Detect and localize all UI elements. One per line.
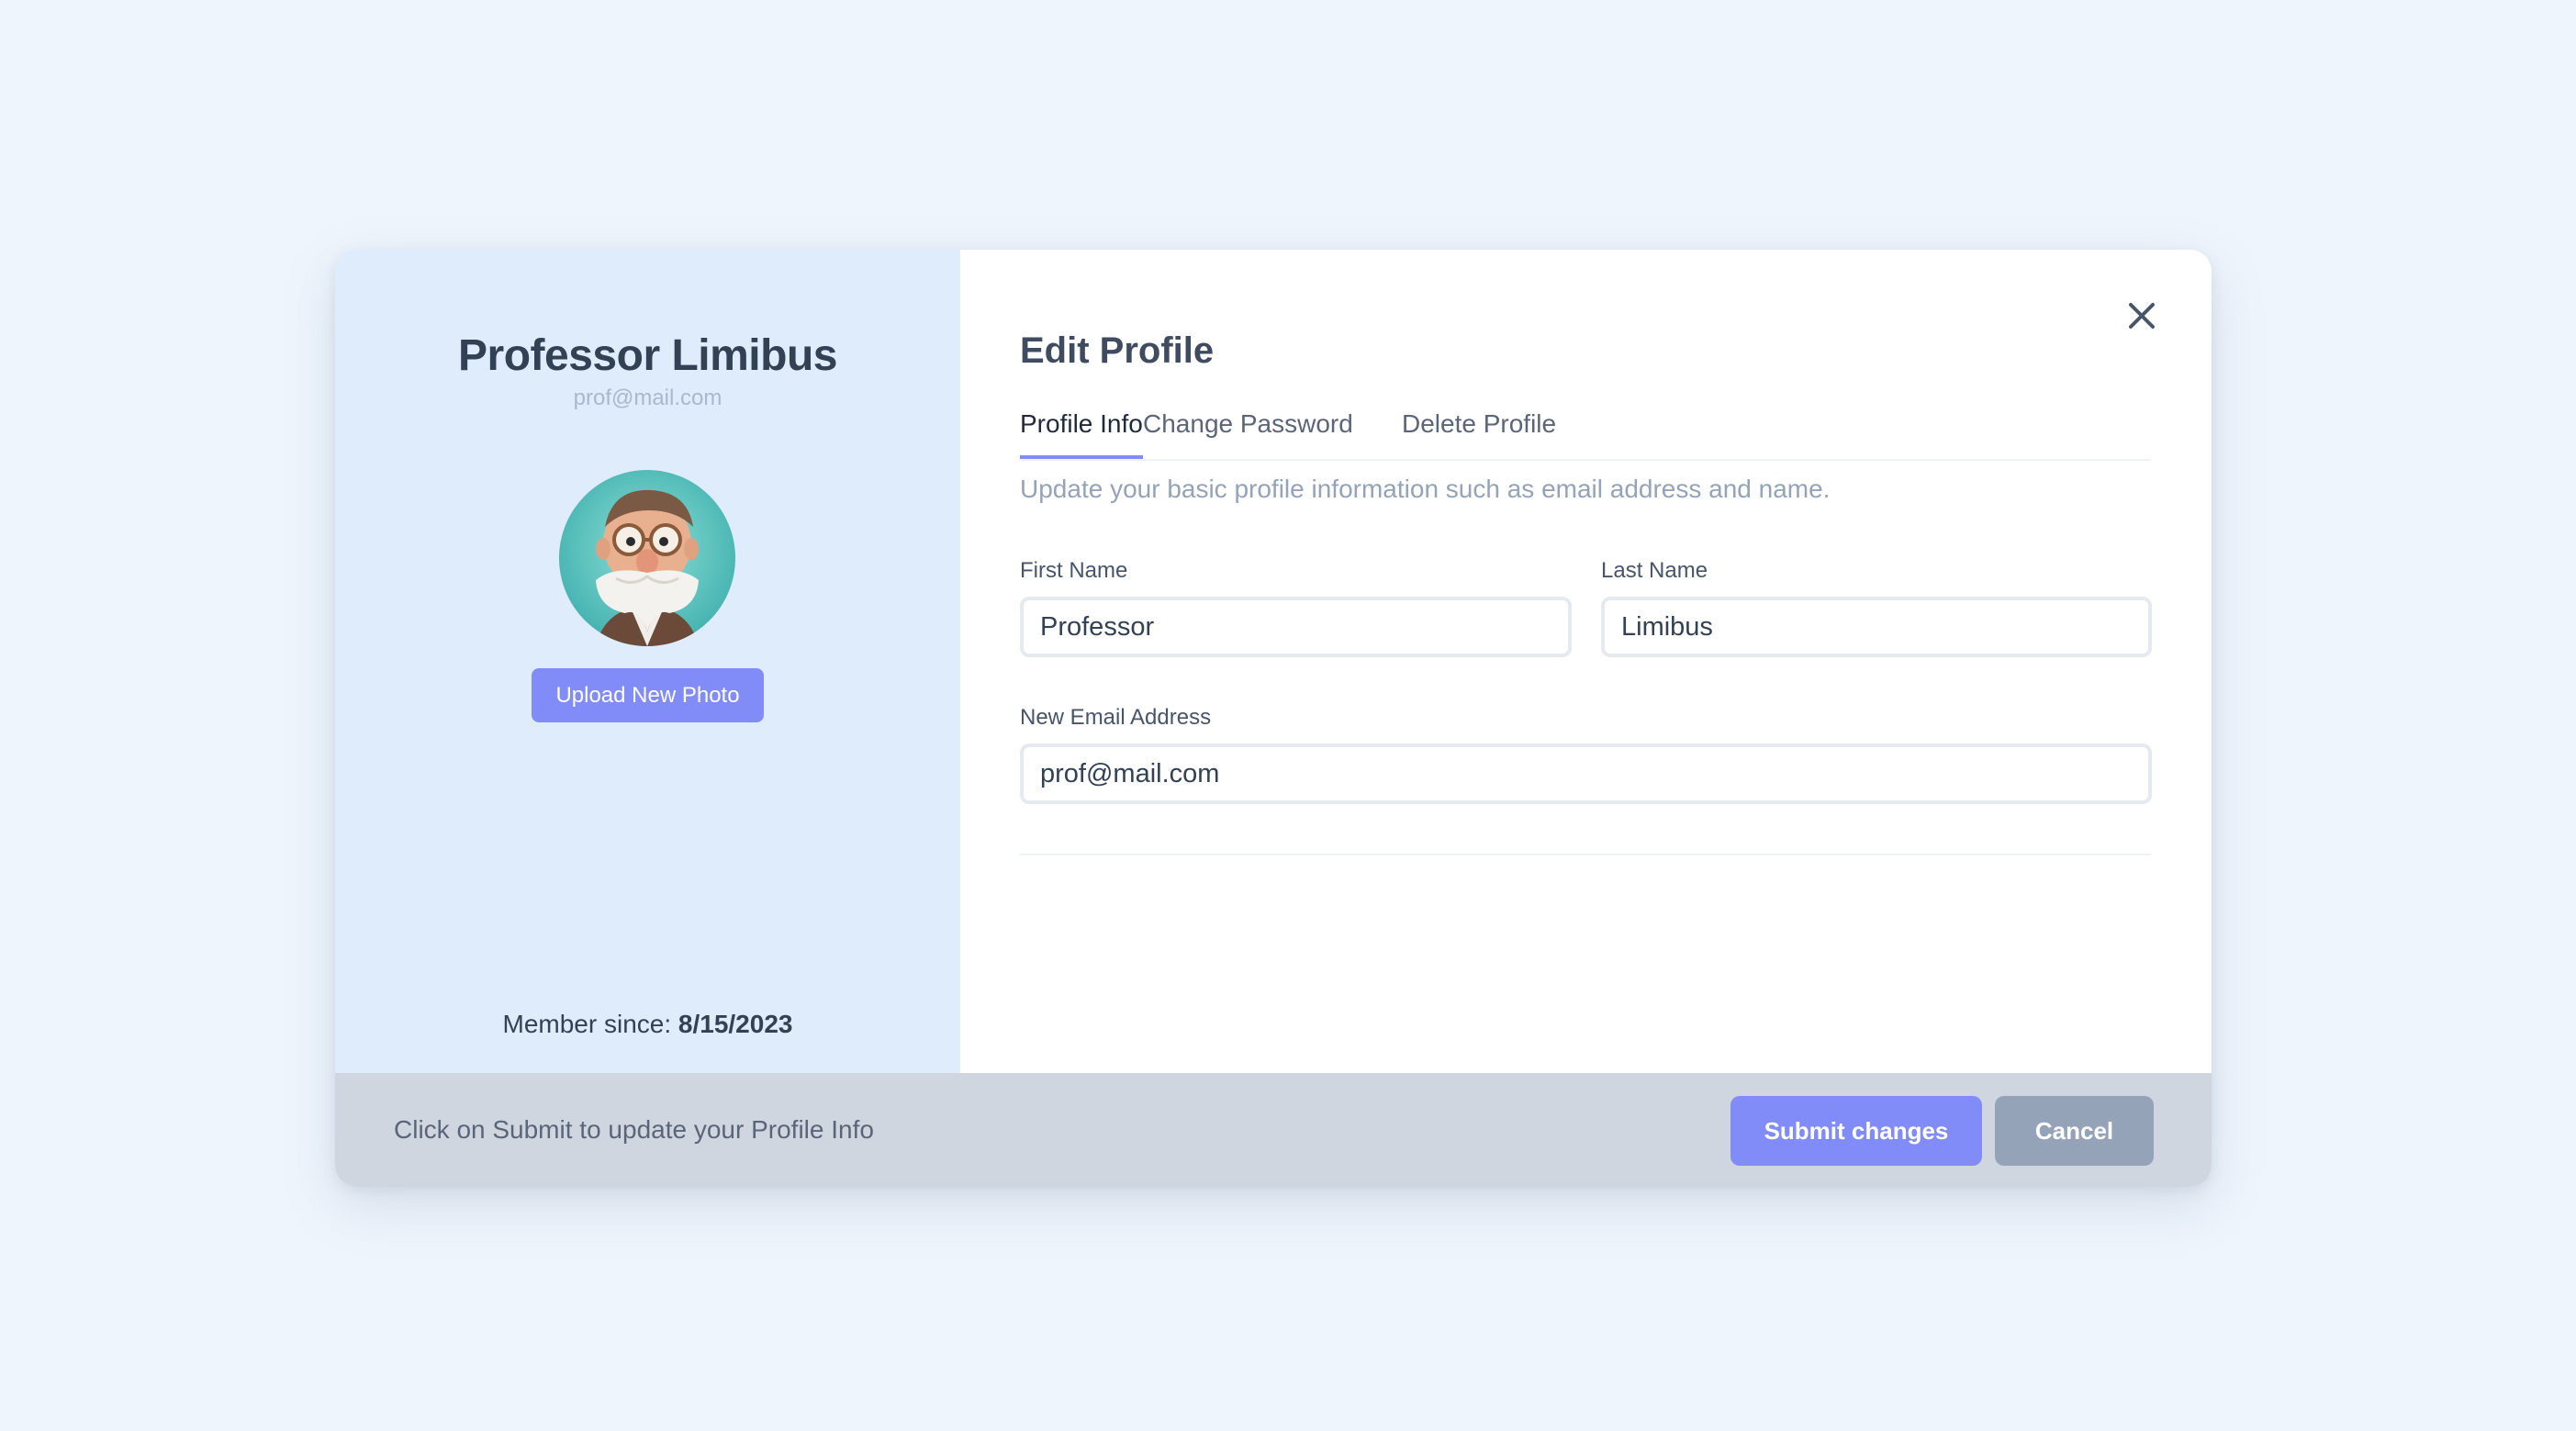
submit-button[interactable]: Submit changes (1730, 1096, 1982, 1166)
footer-hint: Click on Submit to update your Profile I… (394, 1115, 874, 1144)
form-description: Update your basic profile information su… (1020, 475, 1831, 503)
modal-footer: Click on Submit to update your Profile I… (335, 1073, 2212, 1187)
tab-delete-profile[interactable]: Delete Profile (1402, 406, 1556, 457)
form-divider (1020, 854, 2151, 855)
edit-profile-content: Edit Profile Profile Info Change Passwor… (960, 250, 2212, 1073)
first-name-label: First Name (1020, 558, 1128, 583)
tab-change-password[interactable]: Change Password (1143, 406, 1353, 457)
last-name-input[interactable] (1601, 597, 2152, 657)
close-button[interactable] (2122, 296, 2162, 336)
edit-profile-modal: Professor Limibus prof@mail.com Upload N… (335, 250, 2212, 1187)
tab-profile-info[interactable]: Profile Info (1020, 406, 1143, 459)
avatar (559, 470, 735, 646)
page-title: Edit Profile (1020, 330, 1215, 371)
email-label: New Email Address (1020, 705, 1212, 730)
last-name-label: Last Name (1601, 558, 1708, 583)
profile-email: prof@mail.com (573, 386, 722, 410)
tab-bar: Profile Info Change Password Delete Prof… (1020, 406, 2151, 461)
upload-photo-button[interactable]: Upload New Photo (532, 668, 764, 722)
first-name-input[interactable] (1020, 597, 1572, 657)
member-since-date: 8/15/2023 (678, 1010, 793, 1038)
profile-sidebar: Professor Limibus prof@mail.com Upload N… (335, 250, 960, 1073)
profile-name: Professor Limibus (458, 331, 837, 380)
member-since-label: Member since: (502, 1010, 672, 1038)
close-icon (2129, 303, 2155, 329)
professor-avatar-icon (596, 489, 699, 646)
cancel-button[interactable]: Cancel (1995, 1096, 2154, 1166)
email-field[interactable] (1020, 743, 2152, 804)
member-since: Member since: 8/15/2023 (335, 1010, 960, 1039)
